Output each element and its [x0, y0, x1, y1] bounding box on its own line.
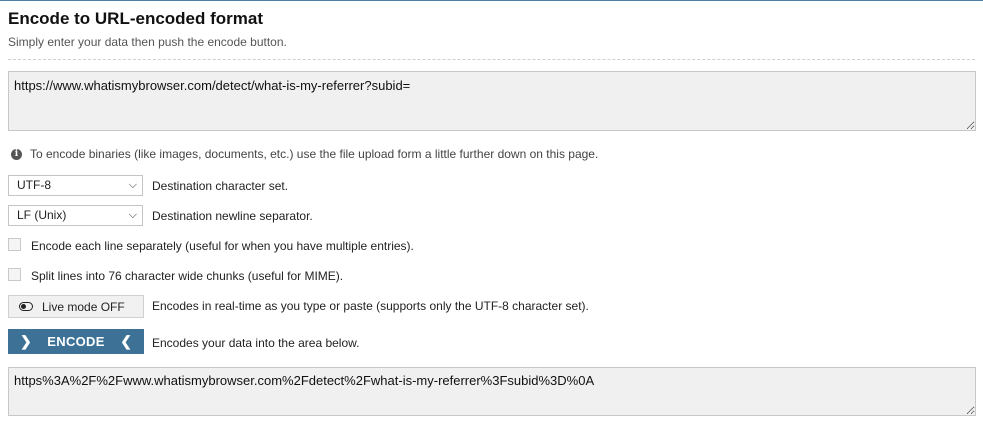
live-mode-button[interactable]: Live mode OFF	[8, 295, 144, 318]
newline-select[interactable]: LF (Unix) ⌵	[8, 205, 143, 226]
toggle-icon	[19, 302, 33, 311]
encode-button[interactable]: ❯ ENCODE ❮	[8, 329, 144, 354]
encode-each-line-checkbox[interactable]	[8, 238, 21, 251]
live-mode-label: Live mode OFF	[42, 299, 125, 314]
charset-select[interactable]: UTF-8 ⌵	[8, 175, 143, 196]
info-icon: i	[11, 148, 22, 160]
chevron-right-icon: ❯	[20, 333, 32, 349]
output-textarea[interactable]: https%3A%2F%2Fwww.whatismybrowser.com%2F…	[8, 367, 976, 416]
newline-label: Destination newline separator.	[152, 209, 313, 223]
binary-info-note: i To encode binaries (like images, docum…	[11, 147, 598, 161]
page-subtitle: Simply enter your data then push the enc…	[8, 35, 287, 49]
encode-button-label: ENCODE	[47, 334, 105, 349]
chevron-down-icon: ⌵	[128, 209, 137, 221]
split-lines-checkbox[interactable]	[8, 268, 21, 281]
chevron-down-icon: ⌵	[128, 179, 137, 191]
page-title: Encode to URL-encoded format	[8, 9, 264, 28]
encode-description: Encodes your data into the area below.	[152, 336, 360, 350]
binary-info-text: To encode binaries (like images, documen…	[30, 147, 599, 161]
encode-each-line-label[interactable]: Encode each line separately (useful for …	[31, 239, 414, 253]
live-mode-description: Encodes in real-time as you type or past…	[152, 299, 589, 313]
chevron-left-icon: ❮	[120, 333, 132, 349]
split-lines-label[interactable]: Split lines into 76 character wide chunk…	[31, 269, 343, 283]
input-textarea[interactable]: https://www.whatismybrowser.com/detect/w…	[8, 71, 976, 131]
newline-select-value: LF (Unix)	[17, 208, 67, 222]
divider	[8, 59, 975, 60]
top-border-line	[0, 0, 983, 1]
charset-select-value: UTF-8	[17, 178, 51, 192]
charset-label: Destination character set.	[152, 179, 289, 193]
